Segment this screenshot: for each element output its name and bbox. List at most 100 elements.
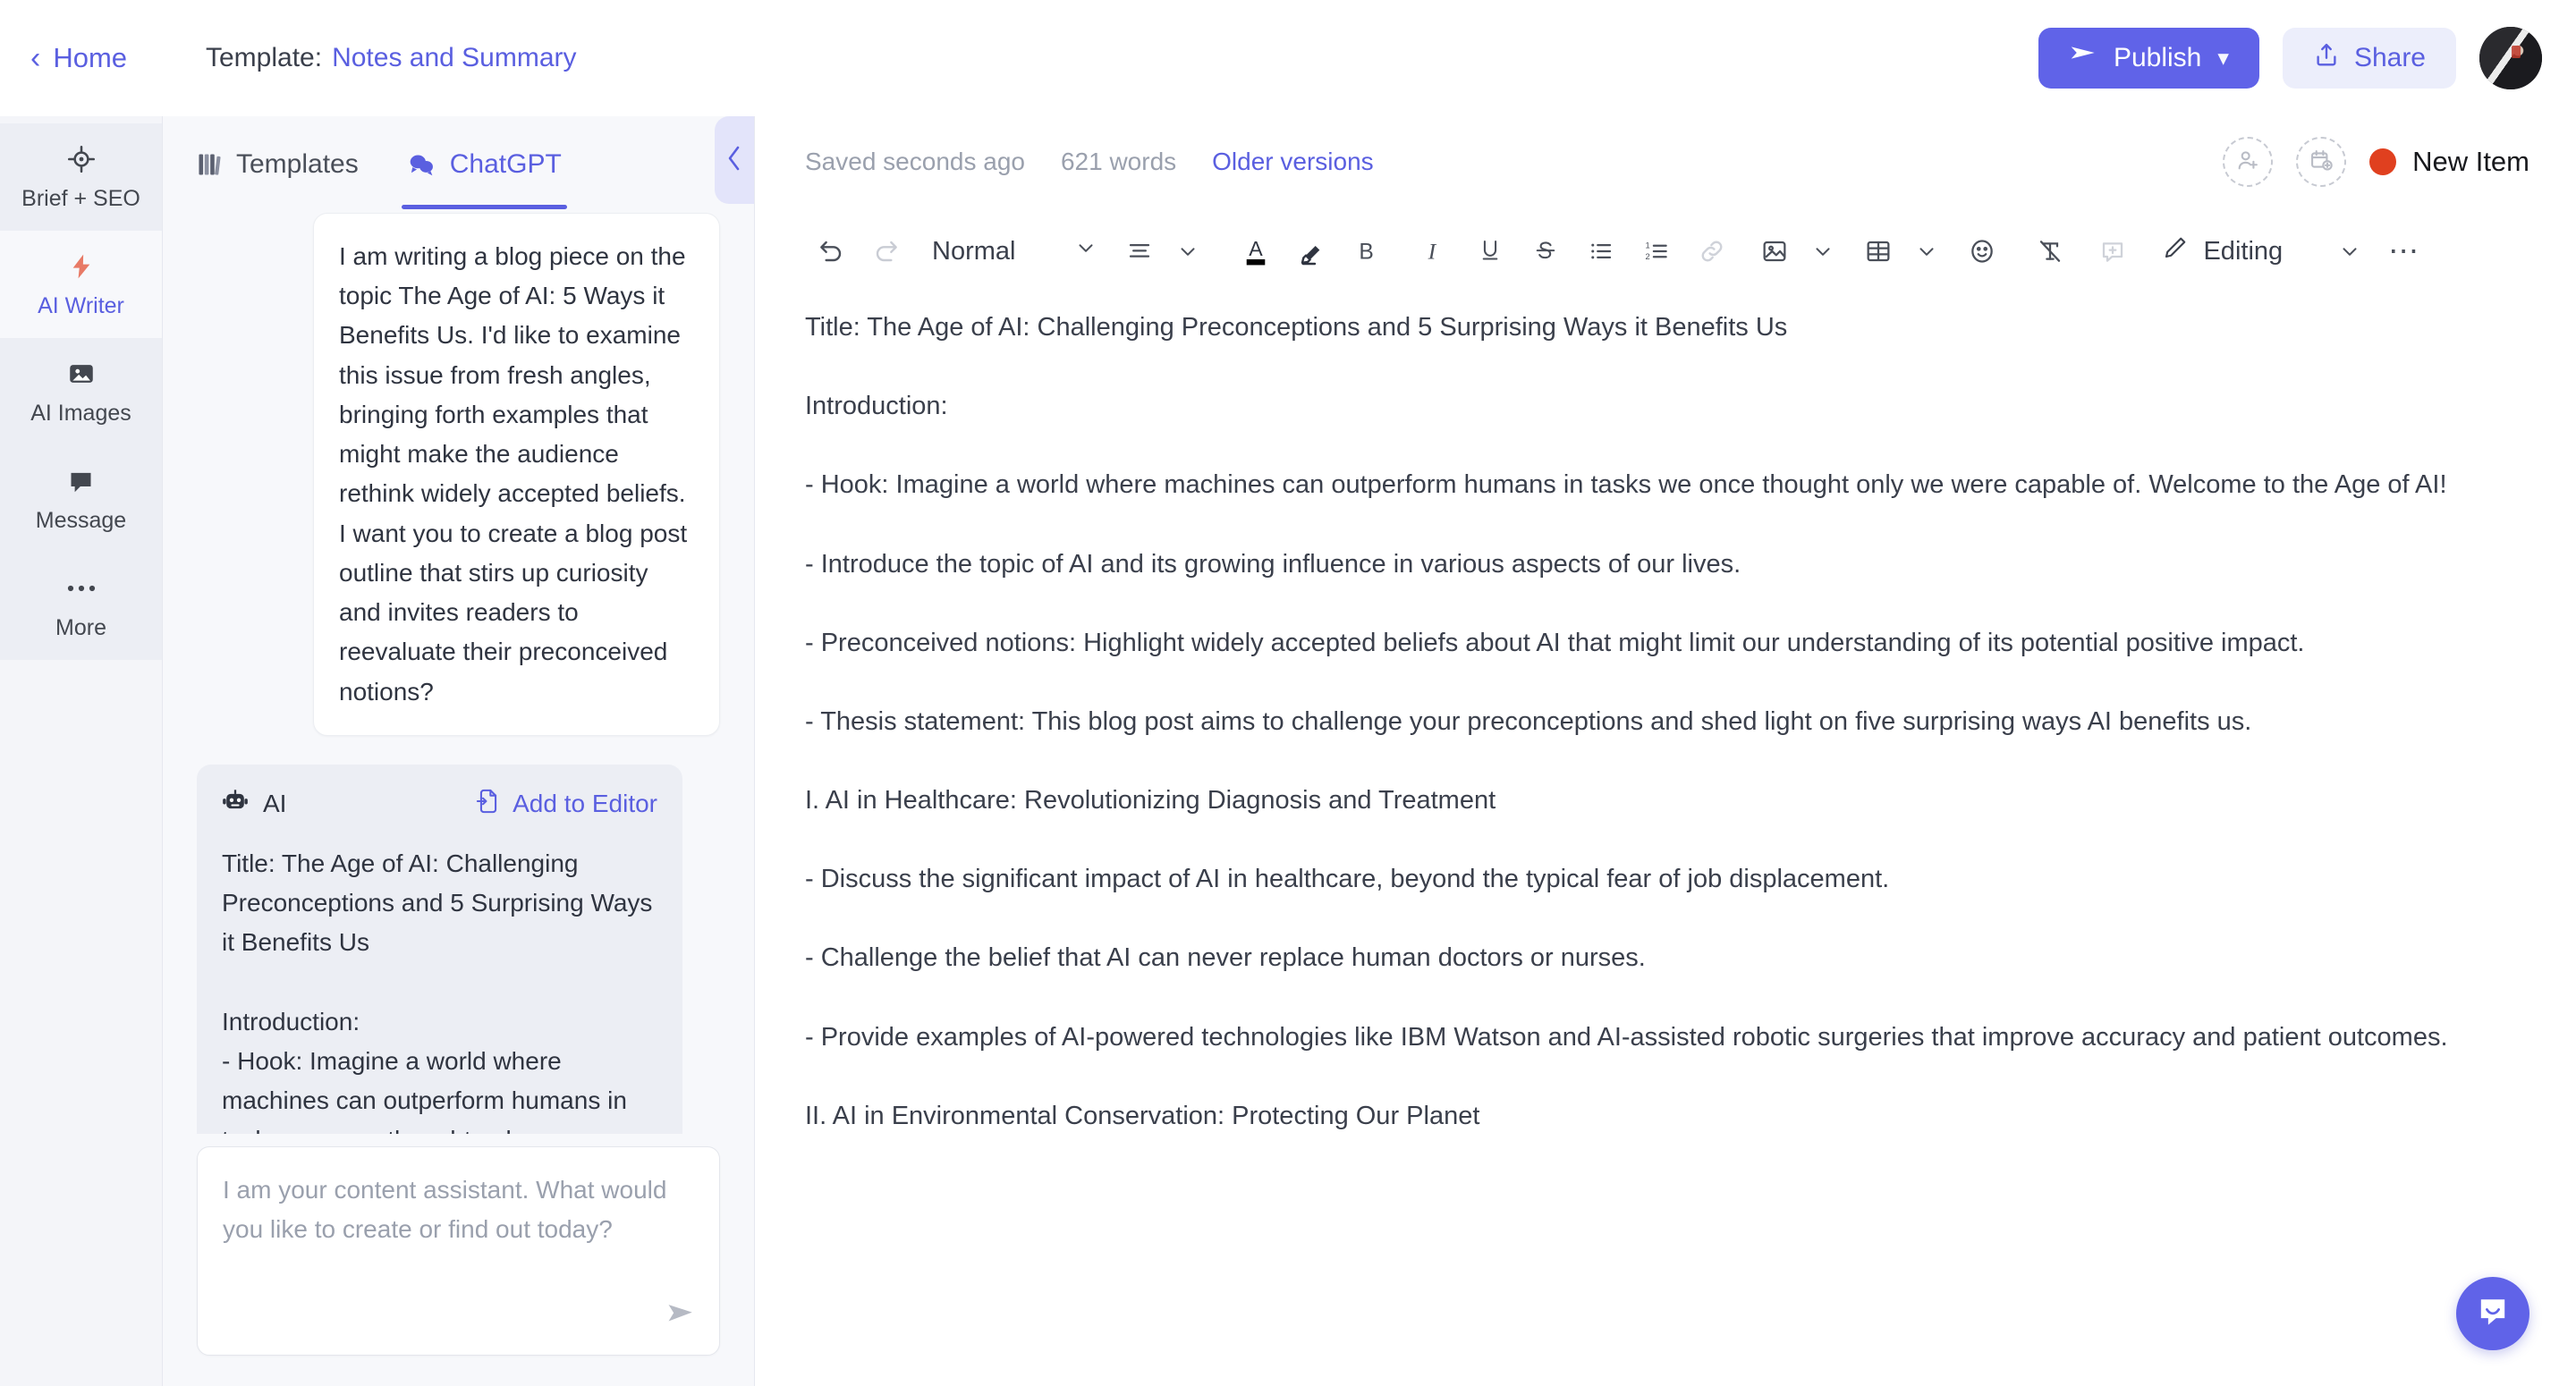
svg-text:I: I [1428, 239, 1437, 265]
pencil-icon [2162, 234, 2189, 268]
chat-composer[interactable]: I am your content assistant. What would … [197, 1146, 720, 1356]
robot-icon [222, 789, 249, 820]
numbered-list-icon[interactable]: 1 2 [1629, 224, 1684, 279]
doc-paragraph: - Challenge the belief that AI can never… [805, 943, 1646, 973]
image-dropdown-chevron-down-icon[interactable] [1802, 224, 1843, 279]
paragraph-style-dropdown[interactable]: Normal [914, 236, 1112, 266]
doc-paragraph: Title: The Age of AI: Challenging Precon… [805, 313, 1788, 342]
doc-paragraph: II. AI in Environmental Conservation: Pr… [805, 1101, 1480, 1130]
app-root: ‹ Home Template: Notes and Summary Publi… [0, 0, 2576, 1386]
ellipsis-icon [66, 571, 97, 605]
chevron-left-icon: ‹ [30, 41, 41, 75]
share-label: Share [2353, 43, 2426, 72]
template-name-link[interactable]: Notes and Summary [332, 43, 576, 73]
sidebar-label-brief-seo: Brief + SEO [21, 186, 140, 211]
collapse-panel-button[interactable] [715, 116, 754, 204]
document-editor: Saved seconds ago 621 words Older versio… [755, 116, 2576, 1386]
text-color-icon[interactable]: A [1228, 224, 1284, 279]
sidebar-item-ai-images[interactable]: AI Images [0, 338, 162, 445]
align-icon[interactable] [1112, 224, 1167, 279]
add-to-editor-button[interactable]: Add to Editor [476, 788, 657, 821]
svg-text:1: 1 [1646, 241, 1650, 249]
undo-icon[interactable] [803, 224, 859, 279]
sidebar-item-brief-seo[interactable]: Brief + SEO [0, 123, 162, 231]
status-label: New Item [2412, 146, 2529, 177]
save-status: Saved seconds ago [805, 148, 1025, 175]
svg-text:A: A [1250, 237, 1264, 260]
sidebar-label-ai-images: AI Images [30, 401, 131, 426]
editing-mode-dropdown[interactable]: Editing [2153, 234, 2283, 268]
strikethrough-icon[interactable] [1518, 224, 1573, 279]
main-body: Brief + SEO AI Writer AI Images Message … [0, 116, 2576, 1386]
clear-formatting-icon[interactable] [2022, 224, 2078, 279]
chat-message-user: I am writing a blog piece on the topic T… [313, 213, 720, 736]
add-collaborator-button[interactable] [2223, 137, 2274, 187]
chat-message-list[interactable]: I am writing a blog piece on the topic T… [163, 209, 754, 1134]
tab-templates[interactable]: Templates [197, 116, 359, 209]
add-comment-icon[interactable] [2085, 224, 2140, 279]
emoji-icon[interactable] [1954, 224, 2010, 279]
italic-icon[interactable]: I [1407, 224, 1462, 279]
editor-meta-bar: Saved seconds ago 621 words Older versio… [755, 116, 2576, 207]
send-message-icon[interactable] [665, 1298, 696, 1333]
top-bar-actions: Publish ▾ Share [2038, 27, 2542, 89]
add-due-date-button[interactable] [2296, 137, 2347, 187]
table-dropdown-chevron-down-icon[interactable] [1906, 224, 1947, 279]
sidebar-label-message: Message [35, 508, 127, 533]
align-dropdown-chevron-down-icon[interactable] [1167, 224, 1208, 279]
bullet-list-icon[interactable] [1573, 224, 1629, 279]
home-back-link[interactable]: ‹ Home [30, 42, 200, 74]
insert-image-icon[interactable] [1747, 224, 1802, 279]
sidebar-item-message[interactable]: Message [0, 445, 162, 553]
highlighter-icon[interactable] [1284, 224, 1339, 279]
status-badge-new-item[interactable]: New Item [2369, 146, 2529, 178]
older-versions-link[interactable]: Older versions [1212, 148, 1374, 176]
chevron-down-icon [1074, 236, 1097, 266]
svg-text:B: B [1360, 241, 1374, 265]
svg-text:2: 2 [1646, 252, 1650, 261]
share-button[interactable]: Share [2282, 28, 2456, 89]
books-icon [197, 151, 222, 178]
underline-icon[interactable] [1462, 224, 1518, 279]
chevron-down-icon: ▾ [2217, 46, 2229, 71]
ai-card-body: Title: The Age of AI: Challenging Precon… [222, 849, 653, 1134]
support-chat-button[interactable] [2456, 1277, 2529, 1350]
tab-templates-label: Templates [236, 149, 359, 179]
sidebar-label-ai-writer: AI Writer [38, 293, 124, 318]
doc-paragraph: - Introduce the topic of AI and its grow… [805, 549, 1741, 579]
publish-button[interactable]: Publish ▾ [2038, 28, 2259, 89]
home-label: Home [53, 42, 128, 73]
ai-card-label: AI [263, 790, 287, 818]
insert-table-icon[interactable] [1851, 224, 1906, 279]
doc-paragraph: - Hook: Imagine a world where machines c… [805, 470, 2447, 500]
user-avatar[interactable] [2479, 27, 2542, 89]
sidebar-label-more: More [55, 615, 106, 640]
ai-card-header: AI Add to Editor [222, 788, 657, 821]
editing-mode-chevron-down-icon[interactable] [2329, 224, 2370, 279]
sidebar-item-ai-writer[interactable]: AI Writer [0, 231, 162, 338]
doc-paragraph: - Preconceived notions: Highlight widely… [805, 628, 2305, 657]
tab-chatgpt[interactable]: ChatGPT [401, 116, 567, 209]
lightning-icon [67, 249, 96, 283]
user-plus-icon [2235, 148, 2260, 177]
doc-paragraph: - Provide examples of AI-powered technol… [805, 1022, 2448, 1052]
editor-toolbar: Normal A B I 1 2 Editing ⋯ [755, 207, 2576, 295]
document-content[interactable]: Title: The Age of AI: Challenging Precon… [755, 295, 2576, 1386]
target-icon [66, 142, 97, 176]
editor-meta-actions: New Item [2223, 137, 2529, 187]
more-options-icon[interactable]: ⋯ [2383, 235, 2427, 266]
add-to-editor-label: Add to Editor [513, 790, 657, 818]
chevron-left-icon [724, 143, 744, 178]
image-icon [66, 357, 97, 391]
doc-paragraph: - Thesis statement: This blog post aims … [805, 706, 2252, 736]
redo-icon[interactable] [859, 224, 914, 279]
template-breadcrumb: Template: Notes and Summary [206, 43, 577, 73]
bold-icon[interactable]: B [1339, 224, 1394, 279]
link-icon[interactable] [1684, 224, 1740, 279]
template-prefix-label: Template: [206, 43, 323, 72]
assistant-panel: Templates ChatGPT I am writing a blog pi… [163, 116, 755, 1386]
chat-composer-wrap: I am your content assistant. What would … [163, 1134, 754, 1386]
sidebar-item-more[interactable]: More [0, 553, 162, 660]
left-nav-rail: Brief + SEO AI Writer AI Images Message … [0, 116, 163, 1386]
chat-bubble-icon [66, 464, 96, 498]
